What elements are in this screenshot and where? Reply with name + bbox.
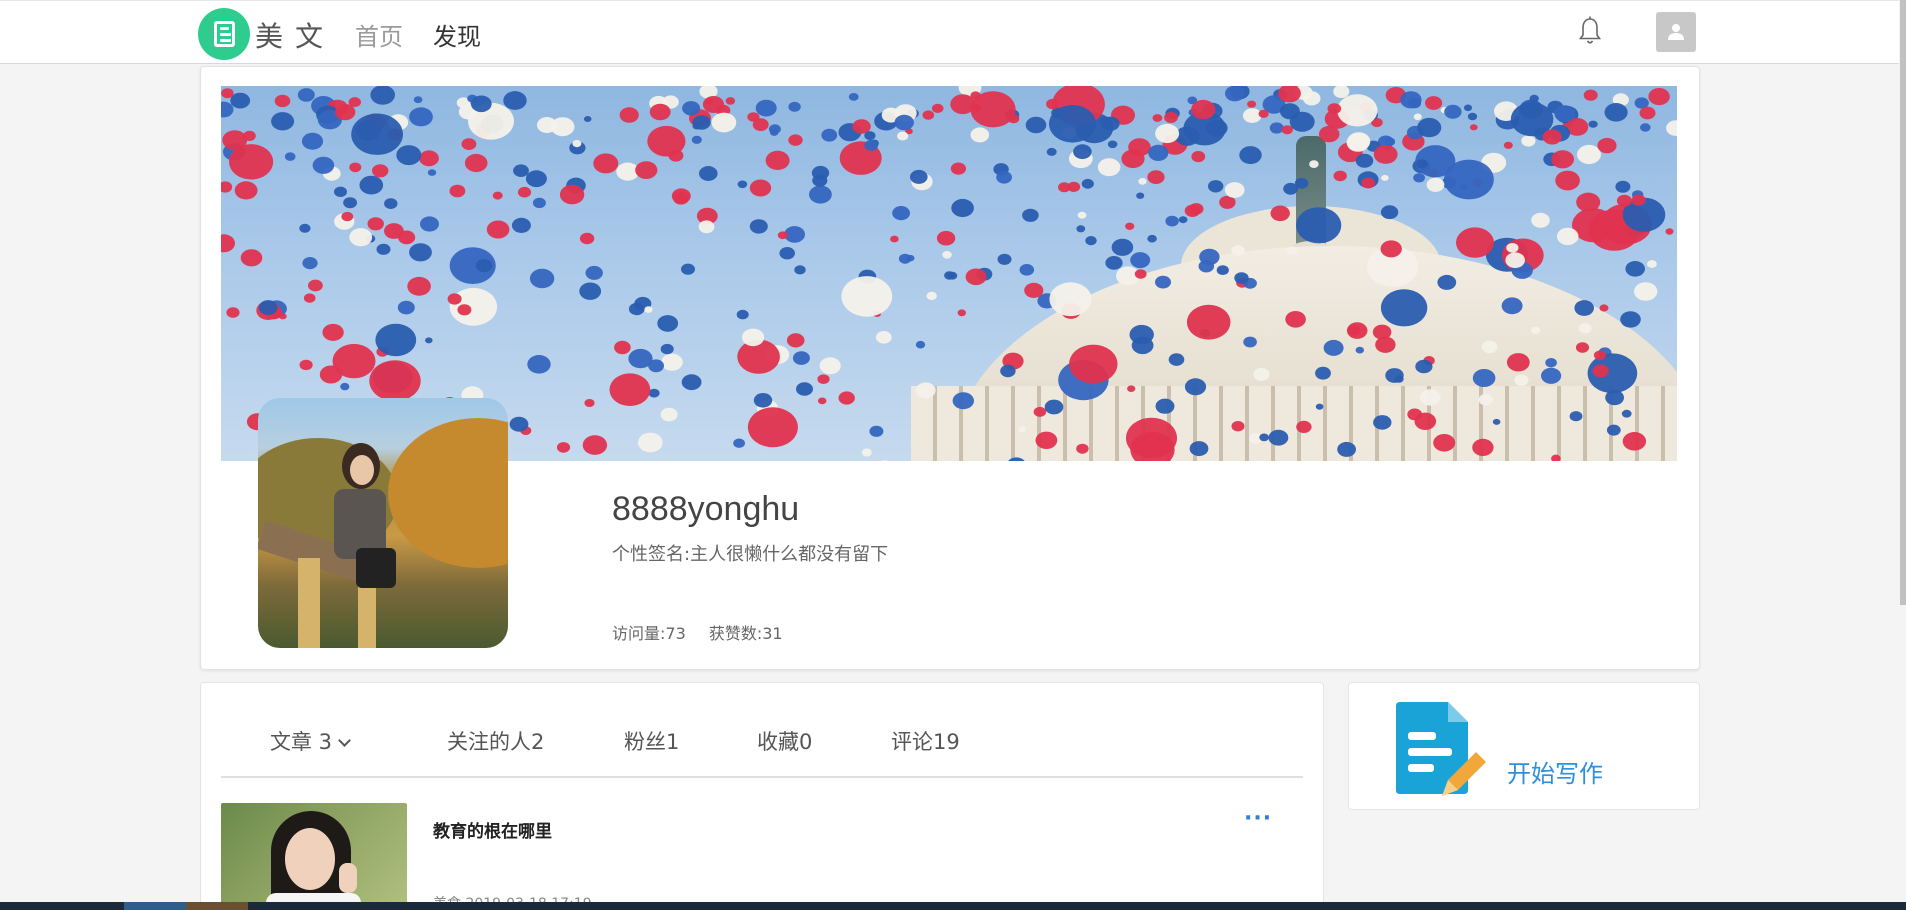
scrollbar-thumb[interactable] xyxy=(1900,0,1906,605)
tab-articles[interactable]: 文章 3 xyxy=(270,726,351,756)
start-writing-link[interactable]: 开始写作 xyxy=(1507,754,1603,789)
profile-tabs: 文章 3 关注的人2 粉丝1 收藏0 评论19 xyxy=(221,722,1303,778)
bell-icon[interactable] xyxy=(1578,16,1602,46)
tab-articles-label: 文章 3 xyxy=(270,730,333,754)
tab-following[interactable]: 关注的人2 xyxy=(447,726,544,756)
more-options-icon[interactable]: ··· xyxy=(1244,806,1272,831)
tab-comments[interactable]: 评论19 xyxy=(891,726,960,756)
profile-avatar[interactable] xyxy=(258,398,508,648)
logo-icon[interactable] xyxy=(198,8,250,60)
chevron-down-icon xyxy=(338,734,351,747)
write-document-icon[interactable] xyxy=(1392,700,1488,804)
profile-stats: 访问量:73 获赞数:31 xyxy=(612,620,801,644)
visits-count: 访问量:73 xyxy=(612,624,686,643)
article-thumbnail[interactable] xyxy=(221,803,407,910)
user-icon xyxy=(1668,24,1684,40)
logo-text[interactable]: 美文 xyxy=(255,15,335,55)
nav-home-link[interactable]: 首页 xyxy=(355,17,403,52)
top-navbar: 美文 首页 发现 xyxy=(0,0,1906,64)
user-avatar-button[interactable] xyxy=(1656,12,1696,52)
profile-signature: 个性签名:主人很懒什么都没有留下 xyxy=(612,544,889,565)
nav-discover-link[interactable]: 发现 xyxy=(433,17,481,52)
tab-followers[interactable]: 粉丝1 xyxy=(624,726,679,756)
os-taskbar xyxy=(0,902,1906,910)
article-title[interactable]: 教育的根在哪里 xyxy=(433,817,552,842)
tab-favorites[interactable]: 收藏0 xyxy=(757,726,812,756)
likes-count: 获赞数:31 xyxy=(708,624,783,643)
profile-username: 8888yonghu xyxy=(612,490,800,528)
